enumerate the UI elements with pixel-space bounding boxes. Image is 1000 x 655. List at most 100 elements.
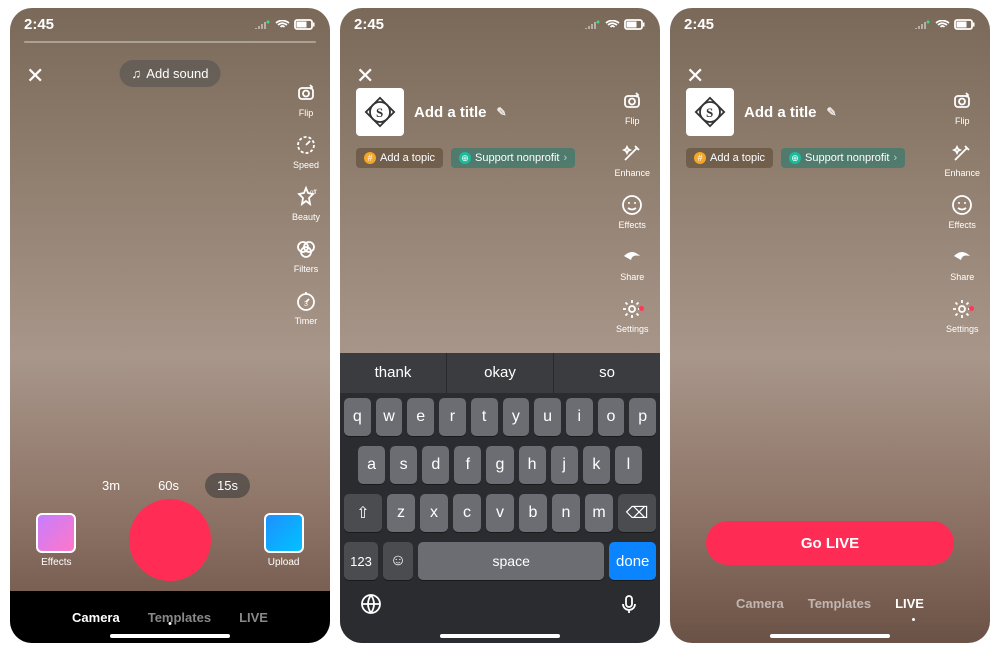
share-button[interactable]: Share (949, 244, 975, 282)
duration-60s[interactable]: 60s (146, 473, 191, 498)
effects-button[interactable]: Effects (619, 192, 646, 230)
backspace-key[interactable]: ⌫ (618, 494, 656, 532)
title-input[interactable]: Add a title (414, 104, 487, 121)
notification-dot (969, 306, 974, 311)
key-n[interactable]: n (552, 494, 580, 532)
close-button[interactable]: ✕ (686, 63, 704, 89)
svg-text:S: S (376, 105, 383, 120)
battery-icon (954, 19, 976, 30)
live-tools: Flip Enhance Effects Share Settings (944, 88, 980, 334)
settings-icon (619, 296, 645, 322)
key-l[interactable]: l (615, 446, 642, 484)
tab-camera[interactable]: Camera (72, 610, 120, 625)
key-h[interactable]: h (519, 446, 546, 484)
flip-button[interactable]: Flip (293, 80, 319, 118)
mic-key[interactable] (618, 593, 640, 621)
numbers-key[interactable]: 123 (344, 542, 378, 580)
add-sound-label: Add sound (146, 66, 208, 81)
shift-key[interactable]: ⇧ (344, 494, 382, 532)
key-d[interactable]: d (422, 446, 449, 484)
add-topic-chip[interactable]: #Add a topic (686, 148, 773, 168)
globe-icon: ⊕ (459, 152, 471, 164)
beauty-button[interactable]: offBeauty (292, 184, 320, 222)
progress-scrubber[interactable] (24, 41, 316, 43)
key-k[interactable]: k (583, 446, 610, 484)
key-t[interactable]: t (471, 398, 498, 436)
key-a[interactable]: a (358, 446, 385, 484)
key-r[interactable]: r (439, 398, 466, 436)
record-button[interactable] (129, 499, 211, 581)
add-sound-button[interactable]: ♫ Add sound (120, 60, 221, 87)
speed-button[interactable]: Speed (293, 132, 319, 170)
duration-15s[interactable]: 15s (205, 473, 250, 498)
effects-icon (619, 192, 645, 218)
upload-button[interactable]: Upload (264, 513, 304, 568)
filters-button[interactable]: Filters (293, 236, 319, 274)
duration-3m[interactable]: 3m (90, 473, 132, 498)
key-j[interactable]: j (551, 446, 578, 484)
close-button[interactable]: ✕ (356, 63, 374, 89)
effects-button[interactable]: Effects (36, 513, 76, 568)
mode-tabs: Camera Templates LIVE (670, 596, 990, 611)
support-nonprofit-chip[interactable]: ⊕Support nonprofit› (781, 148, 905, 168)
wifi-icon (605, 20, 620, 30)
key-e[interactable]: e (407, 398, 434, 436)
suggestion-bar: thank okay so (340, 353, 660, 393)
timer-button[interactable]: 3Timer (293, 288, 319, 326)
key-s[interactable]: s (390, 446, 417, 484)
go-live-screen: 2:45 ✕ S Add a title ✎ #Add a topic ⊕Sup… (670, 8, 990, 643)
key-x[interactable]: x (420, 494, 448, 532)
flip-icon (293, 80, 319, 106)
key-v[interactable]: v (486, 494, 514, 532)
key-m[interactable]: m (585, 494, 613, 532)
key-i[interactable]: i (566, 398, 593, 436)
profile-avatar[interactable]: S (686, 88, 734, 136)
key-o[interactable]: o (598, 398, 625, 436)
profile-avatar[interactable]: S (356, 88, 404, 136)
key-g[interactable]: g (486, 446, 513, 484)
status-bar: 2:45 (670, 8, 990, 37)
emoji-key[interactable]: ☺ (383, 542, 413, 580)
enhance-icon (949, 140, 975, 166)
flip-button[interactable]: Flip (619, 88, 645, 126)
tab-templates[interactable]: Templates (808, 596, 871, 611)
upload-thumbnail (264, 513, 304, 553)
support-nonprofit-chip[interactable]: ⊕Support nonprofit› (451, 148, 575, 168)
share-icon (619, 244, 645, 270)
tab-camera[interactable]: Camera (736, 596, 784, 611)
music-note-icon: ♫ (132, 66, 142, 81)
go-live-button[interactable]: Go LIVE (706, 521, 954, 565)
suggestion-3[interactable]: so (554, 353, 660, 393)
tab-live[interactable]: LIVE (895, 596, 924, 611)
avatar-logo-icon: S (360, 92, 400, 132)
key-z[interactable]: z (387, 494, 415, 532)
settings-button[interactable]: Settings (616, 296, 649, 334)
key-y[interactable]: y (503, 398, 530, 436)
share-button[interactable]: Share (619, 244, 645, 282)
suggestion-2[interactable]: okay (447, 353, 554, 393)
space-key[interactable]: space (418, 542, 604, 580)
key-c[interactable]: c (453, 494, 481, 532)
settings-button[interactable]: Settings (946, 296, 979, 334)
suggestion-1[interactable]: thank (340, 353, 447, 393)
key-p[interactable]: p (629, 398, 656, 436)
key-u[interactable]: u (534, 398, 561, 436)
effects-button[interactable]: Effects (949, 192, 976, 230)
globe-key[interactable] (360, 593, 382, 621)
live-chips: #Add a topic ⊕Support nonprofit› (686, 148, 905, 168)
tab-templates[interactable]: Templates (148, 610, 211, 625)
key-f[interactable]: f (454, 446, 481, 484)
tab-live[interactable]: LIVE (239, 610, 268, 625)
keyboard: thank okay so qwertyuiop asdfghjkl ⇧ zxc… (340, 353, 660, 643)
close-button[interactable]: ✕ (26, 63, 44, 89)
add-topic-chip[interactable]: #Add a topic (356, 148, 443, 168)
key-q[interactable]: q (344, 398, 371, 436)
done-key[interactable]: done (609, 542, 656, 580)
enhance-button[interactable]: Enhance (614, 140, 650, 178)
flip-button[interactable]: Flip (949, 88, 975, 126)
key-w[interactable]: w (376, 398, 403, 436)
title-input[interactable]: Add a title (744, 104, 817, 121)
key-row-4: 123 ☺ space done (340, 537, 660, 585)
enhance-button[interactable]: Enhance (944, 140, 980, 178)
key-b[interactable]: b (519, 494, 547, 532)
